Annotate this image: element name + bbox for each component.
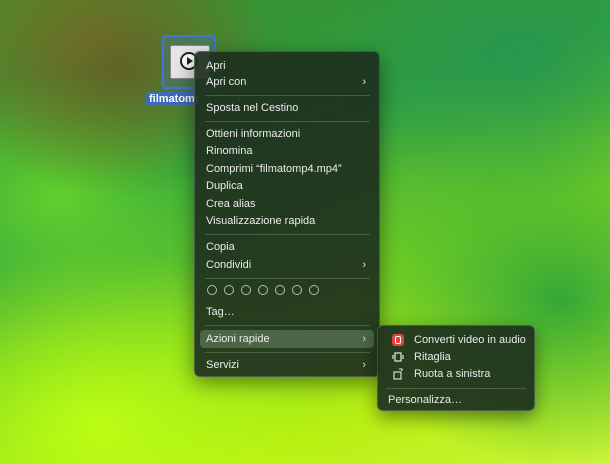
menu-item-label: Apri con <box>206 76 247 88</box>
menu-item-label: Condividi <box>206 259 252 271</box>
menu-item-label: Rinomina <box>206 145 253 157</box>
menu-item-quick-look[interactable]: Visualizzazione rapida <box>200 212 374 230</box>
tag-color-circle[interactable] <box>309 285 319 295</box>
submenu-divider <box>386 388 526 389</box>
submenu-item-label: Ruota a sinistra <box>414 368 491 380</box>
chevron-right-icon: › <box>362 76 366 88</box>
tag-color-row <box>207 285 326 299</box>
menu-divider <box>205 95 370 96</box>
menu-item-label: Servizi <box>206 359 240 371</box>
menu-item-label: Sposta nel Cestino <box>206 102 299 114</box>
submenu-item-label: Ritaglia <box>414 351 451 363</box>
menu-item-open-with[interactable]: Apri con › <box>200 73 374 91</box>
menu-item-share[interactable]: Condividi › <box>200 256 374 274</box>
menu-divider <box>205 325 370 326</box>
menu-item-get-info[interactable]: Ottieni informazioni <box>200 125 374 143</box>
menu-item-label: Crea alias <box>206 198 256 210</box>
tag-color-circle[interactable] <box>207 285 217 295</box>
menu-item-quick-actions[interactable]: Azioni rapide › <box>200 330 374 348</box>
submenu-item-label: Personalizza… <box>388 394 462 406</box>
convert-video-icon <box>392 334 404 346</box>
menu-item-tags[interactable]: Tag… <box>200 303 374 321</box>
submenu-item-label: Converti video in audio <box>414 334 526 346</box>
menu-item-move-to-trash[interactable]: Sposta nel Cestino <box>200 99 374 117</box>
chevron-right-icon: › <box>362 359 366 371</box>
submenu-item-customize[interactable]: Personalizza… <box>388 392 462 408</box>
menu-item-label: Duplica <box>206 180 243 192</box>
menu-item-label: Azioni rapide <box>206 333 270 345</box>
quick-actions-submenu: Converti video in audio Ritaglia Ruota a… <box>377 325 535 411</box>
menu-item-label: Comprimi “filmatomp4.mp4” <box>206 163 342 175</box>
tag-color-circle[interactable] <box>275 285 285 295</box>
trim-icon <box>392 352 404 362</box>
menu-item-label: Copia <box>206 241 235 253</box>
chevron-right-icon: › <box>362 259 366 271</box>
menu-divider <box>205 278 370 279</box>
chevron-right-icon: › <box>362 333 366 345</box>
menu-divider <box>205 234 370 235</box>
context-menu: Apri Apri con › Sposta nel Cestino Ottien… <box>194 51 380 377</box>
tag-color-circle[interactable] <box>224 285 234 295</box>
tag-color-circle[interactable] <box>292 285 302 295</box>
tag-color-circle[interactable] <box>241 285 251 295</box>
menu-item-compress[interactable]: Comprimi “filmatomp4.mp4” <box>200 160 374 178</box>
menu-item-label: Tag… <box>206 306 235 318</box>
rotate-left-icon <box>393 368 403 380</box>
tag-color-circle[interactable] <box>258 285 268 295</box>
menu-divider <box>205 352 370 353</box>
file-name-label[interactable]: filmatomp4 <box>146 92 199 106</box>
menu-item-services[interactable]: Servizi › <box>200 356 374 374</box>
menu-item-duplicate[interactable]: Duplica <box>200 177 374 195</box>
menu-item-rename[interactable]: Rinomina <box>200 142 374 160</box>
menu-item-label: Apri <box>206 60 226 72</box>
desktop-background: filmatomp4 Apri Apri con › Sposta nel Ces… <box>0 0 610 464</box>
menu-item-label: Visualizzazione rapida <box>206 215 316 227</box>
menu-divider <box>205 121 370 122</box>
menu-item-label: Ottieni informazioni <box>206 128 301 140</box>
menu-item-make-alias[interactable]: Crea alias <box>200 195 374 213</box>
menu-item-copy[interactable]: Copia <box>200 238 374 256</box>
